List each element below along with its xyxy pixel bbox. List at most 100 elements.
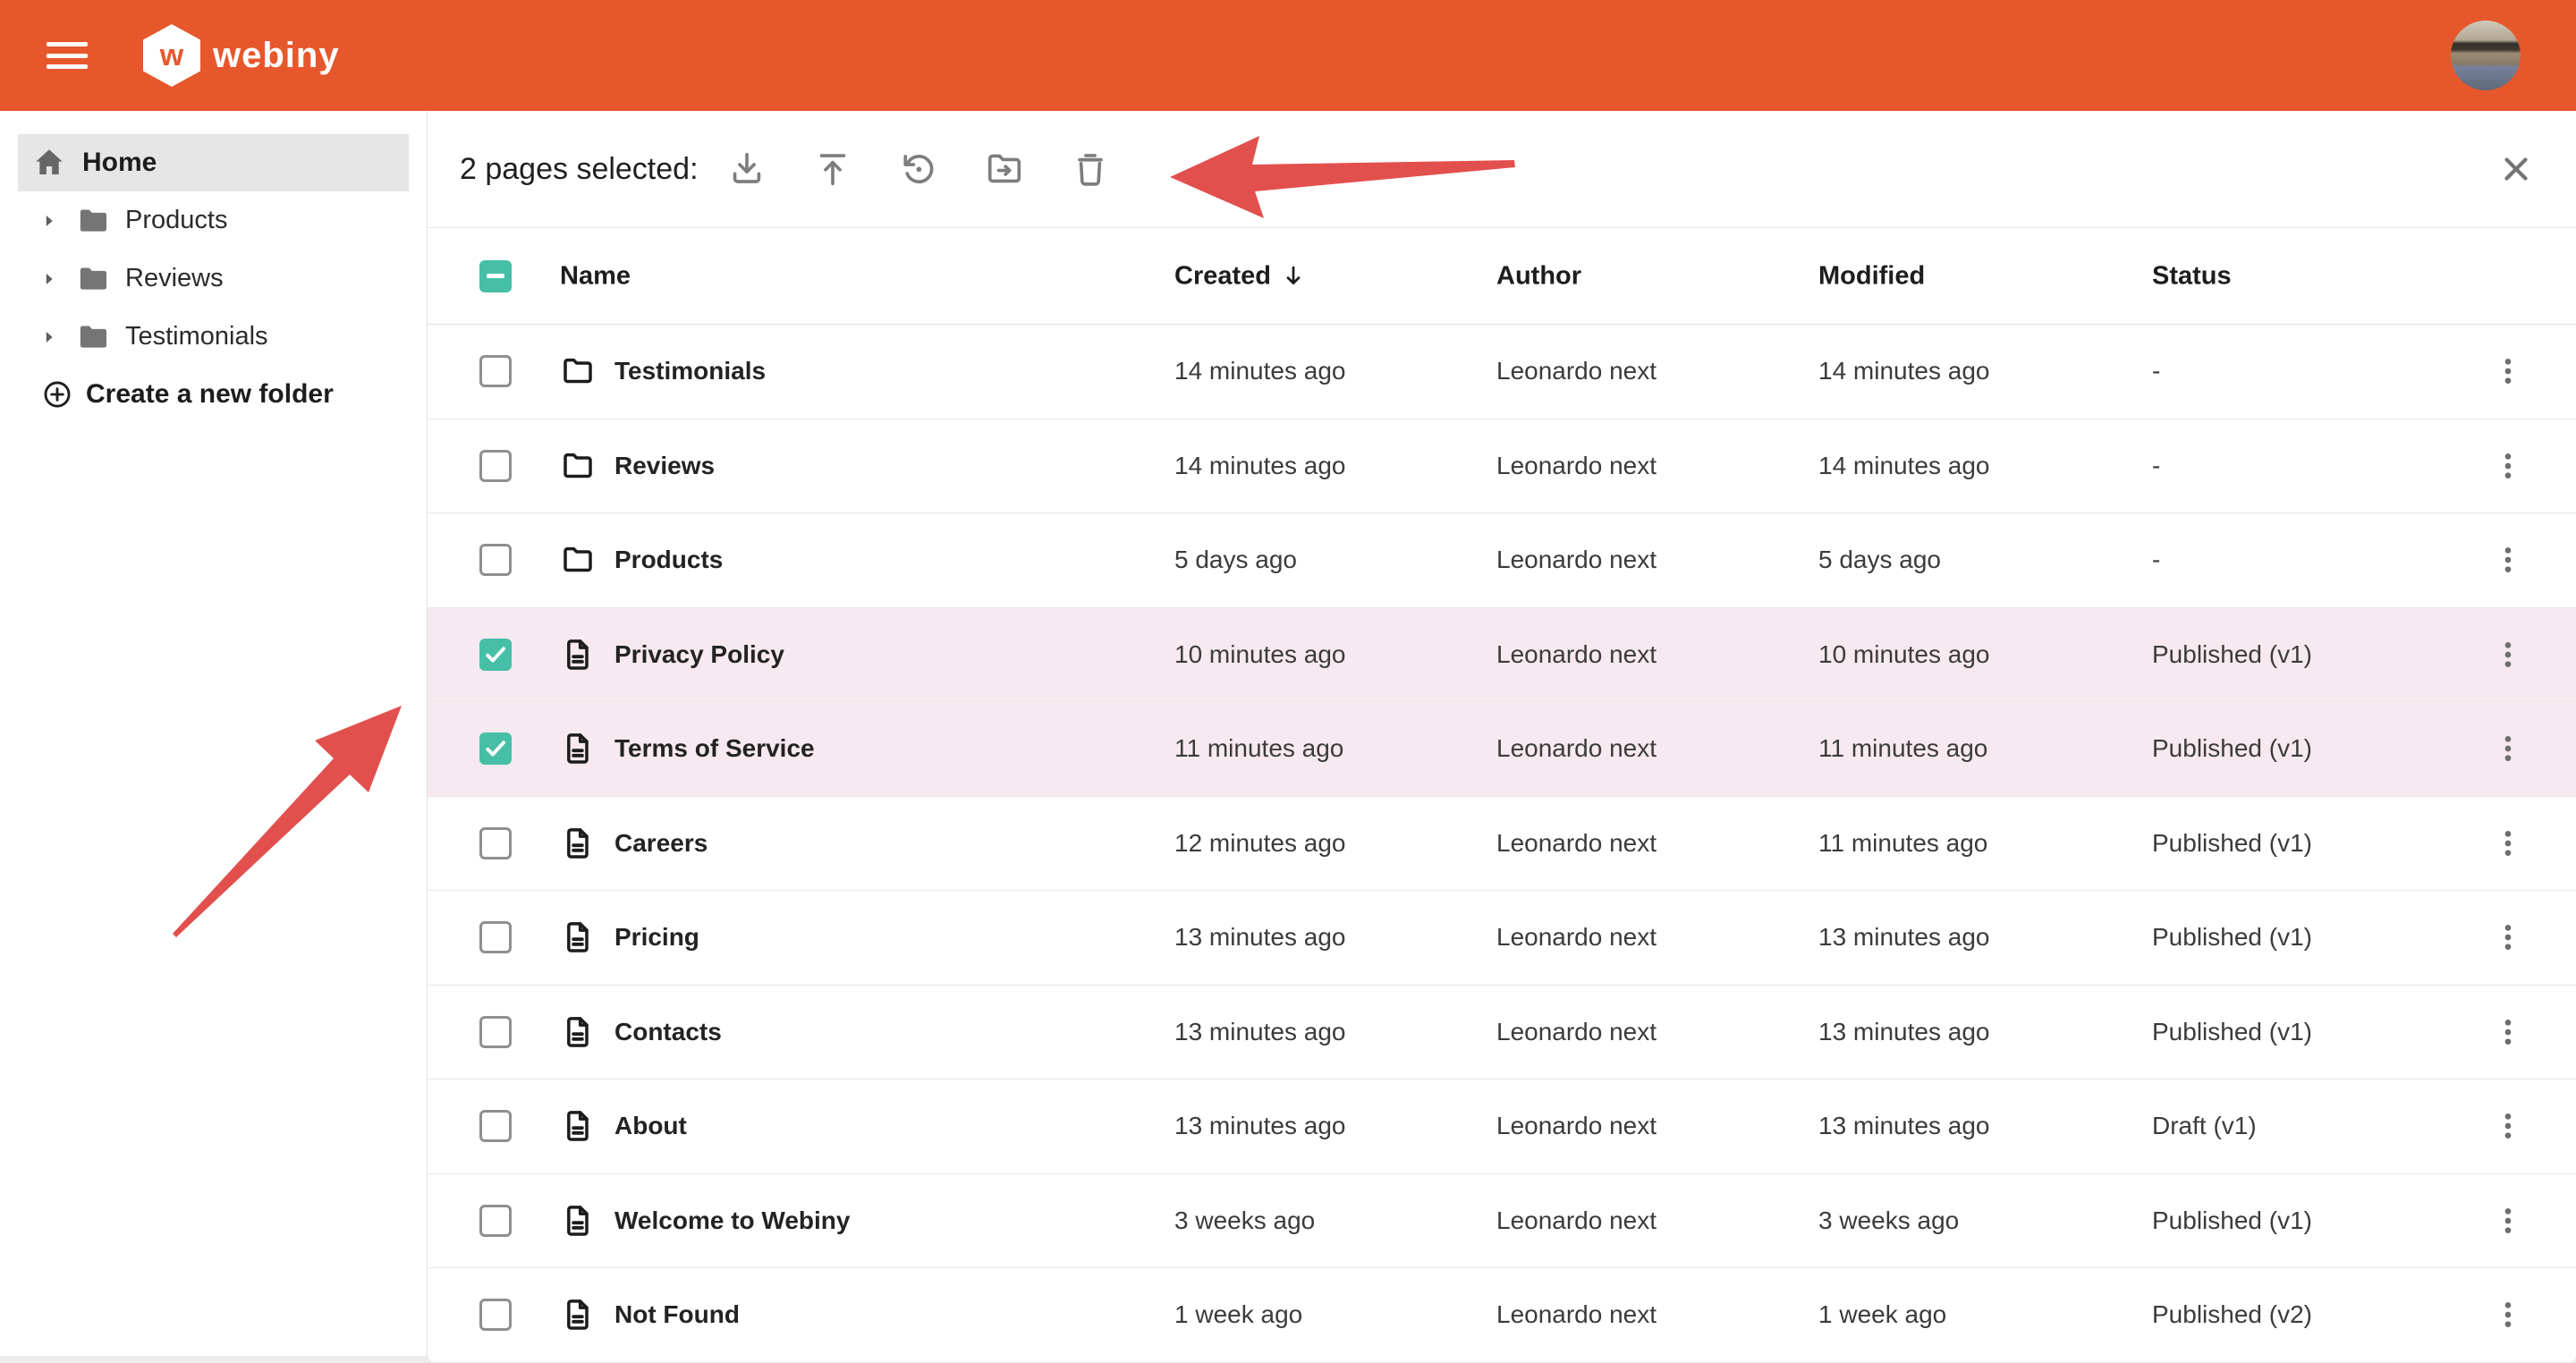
- row-menu-button[interactable]: [2490, 542, 2526, 578]
- row-author: Leonardo next: [1496, 546, 1657, 574]
- avatar[interactable]: [2451, 21, 2521, 90]
- table-row[interactable]: Pricing13 minutes agoLeonardo next13 min…: [428, 891, 2576, 986]
- sidebar-folder-reviews[interactable]: Reviews: [0, 250, 427, 308]
- content-area: 2 pages selected: Name Created Author Mo…: [428, 111, 2576, 1356]
- row-checkbox[interactable]: [479, 921, 512, 953]
- row-checkbox[interactable]: [479, 1205, 512, 1237]
- row-checkbox[interactable]: [479, 732, 512, 765]
- row-modified: 14 minutes ago: [1818, 452, 1989, 480]
- sidebar-item-home[interactable]: Home: [18, 134, 409, 191]
- row-name[interactable]: Careers: [614, 829, 708, 858]
- row-menu-button[interactable]: [2490, 637, 2526, 673]
- column-header-created[interactable]: Created: [1174, 261, 1307, 291]
- move-to-folder-icon[interactable]: [979, 144, 1030, 194]
- circle-plus-icon: [41, 378, 73, 411]
- page-icon: [560, 1203, 596, 1239]
- row-author: Leonardo next: [1496, 1206, 1657, 1235]
- table-row[interactable]: Terms of Service11 minutes agoLeonardo n…: [428, 702, 2576, 797]
- hamburger-menu-icon[interactable]: [47, 42, 88, 69]
- folder-label: Testimonials: [125, 322, 268, 351]
- home-icon: [30, 144, 68, 182]
- row-checkbox[interactable]: [479, 355, 512, 387]
- sidebar-folder-list: Products Reviews Testimonials: [0, 191, 427, 366]
- bulk-actions: [722, 144, 1115, 194]
- row-checkbox[interactable]: [479, 1110, 512, 1142]
- sidebar-folder-testimonials[interactable]: Testimonials: [0, 308, 427, 366]
- folder-label: Products: [125, 206, 227, 235]
- page-icon: [560, 1297, 596, 1333]
- row-checkbox[interactable]: [479, 544, 512, 576]
- row-modified: 11 minutes ago: [1818, 829, 1987, 858]
- row-checkbox[interactable]: [479, 639, 512, 671]
- row-created: 12 minutes ago: [1174, 829, 1345, 858]
- row-checkbox[interactable]: [479, 1016, 512, 1048]
- download-icon[interactable]: [722, 144, 772, 194]
- row-created: 10 minutes ago: [1174, 640, 1345, 669]
- brand-wordmark: webiny: [213, 36, 340, 76]
- table-row[interactable]: Reviews 14 minutes ago Leonardo next 14 min…: [428, 419, 2576, 514]
- row-name[interactable]: About: [614, 1112, 687, 1140]
- create-new-folder-button[interactable]: Create a new folder: [0, 378, 427, 411]
- row-status: Published (v1): [2152, 734, 2312, 763]
- row-menu-button[interactable]: [2490, 1297, 2526, 1333]
- row-menu-button[interactable]: [2490, 919, 2526, 955]
- row-author: Leonardo next: [1496, 357, 1657, 385]
- row-menu-button[interactable]: [2490, 1108, 2526, 1144]
- row-name[interactable]: Reviews: [614, 452, 715, 480]
- table-row[interactable]: Products5 days agoLeonardo next5 days ag…: [428, 513, 2576, 608]
- row-name[interactable]: Pricing: [614, 923, 699, 952]
- row-checkbox[interactable]: [479, 450, 512, 482]
- row-status: Published (v1): [2152, 923, 2312, 952]
- sidebar: Home Products Reviews Testimonials Create …: [0, 111, 428, 1356]
- row-name[interactable]: Contacts: [614, 1018, 722, 1046]
- webiny-hexagon-icon: w: [143, 24, 200, 87]
- row-menu-button[interactable]: [2490, 448, 2526, 484]
- row-author: Leonardo next: [1496, 452, 1657, 480]
- row-name[interactable]: Not Found: [614, 1300, 740, 1329]
- row-status: -: [2152, 546, 2160, 574]
- row-status: Published (v1): [2152, 640, 2312, 669]
- table-row[interactable]: Contacts13 minutes agoLeonardo next13 mi…: [428, 986, 2576, 1080]
- row-created: 14 minutes ago: [1174, 452, 1345, 480]
- chevron-right-icon[interactable]: [39, 327, 59, 347]
- restore-icon[interactable]: [894, 144, 944, 194]
- row-name[interactable]: Testimonials: [614, 357, 766, 385]
- table-row[interactable]: Careers12 minutes agoLeonardo next11 min…: [428, 797, 2576, 892]
- table-row[interactable]: Privacy Policy 10 minutes ago Leonardo nex…: [428, 608, 2576, 703]
- row-created: 3 weeks ago: [1174, 1206, 1315, 1235]
- row-menu-button[interactable]: [2490, 353, 2526, 389]
- close-icon[interactable]: [2497, 150, 2535, 188]
- row-menu-button[interactable]: [2490, 1014, 2526, 1050]
- row-name[interactable]: Privacy Policy: [614, 640, 784, 669]
- table-row[interactable]: Welcome to Webiny 3 weeks ago Leonardo nex…: [428, 1174, 2576, 1269]
- row-status: -: [2152, 452, 2160, 480]
- chevron-right-icon[interactable]: [39, 269, 59, 289]
- column-header-name: Name: [560, 261, 631, 291]
- page-icon: [560, 731, 596, 766]
- select-all-checkbox[interactable]: [479, 260, 512, 292]
- selection-action-bar: 2 pages selected:: [428, 111, 2576, 228]
- row-checkbox[interactable]: [479, 1299, 512, 1331]
- sidebar-item-label: Home: [82, 148, 157, 178]
- publish-icon[interactable]: [808, 144, 858, 194]
- table-row[interactable]: Testimonials14 minutes agoLeonardo next1…: [428, 325, 2576, 419]
- row-menu-button[interactable]: [2490, 825, 2526, 861]
- sidebar-folder-products[interactable]: Products: [0, 191, 427, 250]
- row-checkbox[interactable]: [479, 827, 512, 859]
- table-row[interactable]: Not Found1 week agoLeonardo next1 week a…: [428, 1268, 2576, 1363]
- selection-count-label: 2 pages selected:: [460, 152, 699, 187]
- row-author: Leonardo next: [1496, 1018, 1657, 1046]
- row-name[interactable]: Welcome to Webiny: [614, 1206, 850, 1235]
- trash-icon[interactable]: [1065, 144, 1115, 194]
- row-name[interactable]: Products: [614, 546, 723, 574]
- row-menu-button[interactable]: [2490, 1203, 2526, 1239]
- row-menu-button[interactable]: [2490, 731, 2526, 766]
- table-row[interactable]: About13 minutes agoLeonardo next13 minut…: [428, 1079, 2576, 1174]
- folder-icon: [560, 353, 596, 389]
- chevron-right-icon[interactable]: [39, 211, 59, 231]
- row-status: Published (v2): [2152, 1300, 2312, 1329]
- row-name[interactable]: Terms of Service: [614, 734, 815, 763]
- row-author: Leonardo next: [1496, 640, 1657, 669]
- column-header-status: Status: [2152, 261, 2232, 291]
- row-author: Leonardo next: [1496, 923, 1657, 952]
